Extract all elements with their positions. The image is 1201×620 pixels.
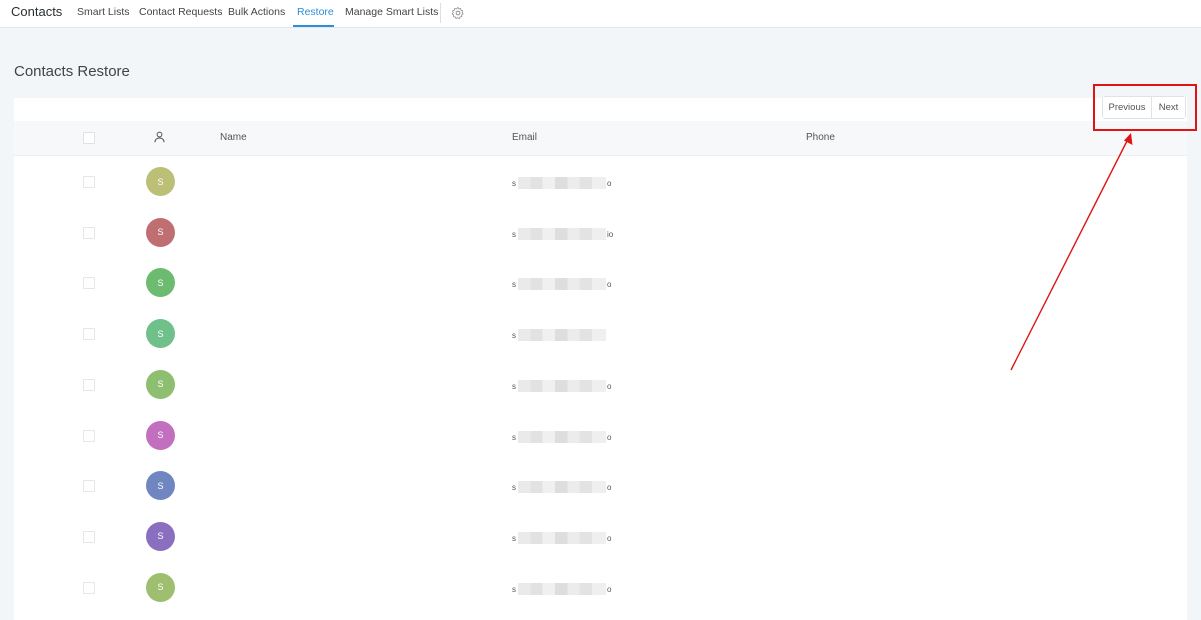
email-redaction: [518, 278, 606, 291]
table-row[interactable]: Sso: [14, 512, 1187, 562]
tab-smart-lists[interactable]: Smart Lists: [77, 6, 130, 18]
email-suffix: o: [607, 584, 612, 594]
row-checkbox[interactable]: [83, 176, 95, 188]
avatar: S: [146, 217, 175, 247]
column-header-phone[interactable]: Phone: [806, 132, 835, 143]
row-checkbox[interactable]: [83, 378, 95, 391]
email-cell: s io: [512, 226, 642, 242]
top-nav: Contacts Smart Lists Contact Requests Bu…: [0, 0, 1201, 28]
email-prefix: s: [512, 179, 516, 188]
table-row[interactable]: Ss io: [14, 208, 1187, 258]
email-redaction: [518, 177, 606, 189]
email-cell: s: [512, 327, 642, 343]
table-row[interactable]: Sso: [14, 461, 1187, 511]
table-row[interactable]: Sso: [14, 563, 1187, 613]
table-row[interactable]: Sso: [14, 360, 1187, 410]
email-prefix: s: [512, 280, 516, 290]
email-prefix: s: [512, 331, 516, 341]
select-all-checkbox[interactable]: [83, 132, 95, 144]
email-cell: so: [512, 429, 642, 445]
nav-divider: [440, 3, 441, 23]
table-row[interactable]: Sso: [14, 258, 1187, 308]
tab-restore[interactable]: Restore: [297, 6, 334, 18]
tab-manage-smart-lists[interactable]: Manage Smart Lists: [345, 6, 438, 18]
email-redaction: [518, 379, 606, 392]
email-redaction: [518, 481, 606, 494]
email-cell: so: [512, 530, 642, 546]
table-row[interactable]: Sso: [14, 411, 1187, 461]
email-cell: so: [512, 378, 642, 394]
row-checkbox[interactable]: [83, 328, 95, 341]
row-checkbox[interactable]: [83, 530, 95, 543]
app-title[interactable]: Contacts: [11, 4, 62, 19]
table-row[interactable]: Ss: [14, 309, 1187, 359]
email-prefix: s: [512, 584, 516, 594]
email-cell: so: [512, 276, 642, 292]
email-suffix: o: [607, 533, 612, 543]
avatar: S: [146, 369, 175, 399]
email-suffix: o: [607, 381, 612, 391]
email-redaction: [518, 531, 606, 544]
email-suffix: o: [607, 432, 612, 442]
gear-icon[interactable]: [451, 6, 465, 20]
avatar: S: [146, 268, 175, 298]
user-icon: [154, 131, 165, 143]
email-redaction: [518, 227, 606, 240]
row-checkbox[interactable]: [83, 429, 95, 442]
avatar: S: [146, 319, 175, 349]
email-prefix: s: [512, 483, 516, 493]
email-prefix: s: [512, 432, 516, 442]
email-redaction: [518, 582, 606, 595]
row-checkbox[interactable]: [83, 226, 95, 239]
avatar: S: [146, 471, 175, 501]
email-prefix: s: [512, 533, 516, 543]
avatar: S: [146, 167, 175, 196]
avatar: S: [146, 572, 175, 602]
email-suffix: io: [607, 229, 614, 239]
table-row[interactable]: Sso: [14, 157, 1187, 207]
row-checkbox[interactable]: [83, 277, 95, 290]
email-suffix: o: [607, 483, 612, 493]
column-header-email[interactable]: Email: [512, 132, 537, 143]
email-prefix: s: [512, 229, 516, 239]
avatar: S: [146, 420, 175, 450]
active-tab-indicator: [293, 25, 334, 27]
email-cell: so: [512, 479, 642, 495]
email-redaction: [518, 329, 606, 342]
email-cell: so: [512, 581, 642, 597]
annotation-highlight-box: [1093, 84, 1197, 131]
table-header: Name Email Phone: [14, 121, 1187, 156]
email-suffix: o: [607, 179, 612, 188]
email-suffix: o: [607, 280, 612, 290]
contacts-table-card: Name Email Phone Ss o Ss io Ss o Ss Ss o Ss o Ss o Ss…: [14, 98, 1187, 620]
email-prefix: s: [512, 381, 516, 391]
tab-bulk-actions[interactable]: Bulk Actions: [228, 6, 285, 18]
avatar: S: [146, 521, 175, 551]
row-checkbox[interactable]: [83, 480, 95, 493]
column-header-name[interactable]: Name: [220, 132, 247, 143]
page-title: Contacts Restore: [14, 63, 130, 80]
email-cell: so: [512, 175, 642, 191]
row-checkbox[interactable]: [83, 581, 95, 594]
tab-contact-requests[interactable]: Contact Requests: [139, 6, 222, 18]
email-redaction: [518, 430, 606, 443]
